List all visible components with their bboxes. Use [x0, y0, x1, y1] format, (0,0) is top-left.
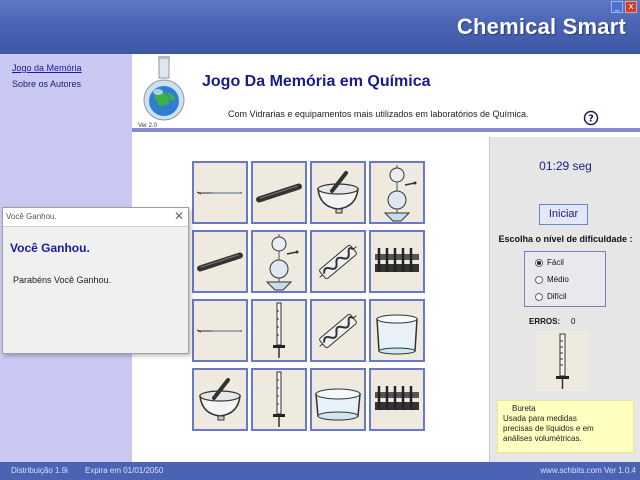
- dialog-message: Parabéns Você Ganhou.: [13, 275, 112, 285]
- rod-icon: [197, 252, 243, 272]
- memory-card-mortar[interactable]: [310, 161, 366, 224]
- mortar-icon: [199, 378, 241, 421]
- errors-label: ERROS:: [529, 317, 561, 326]
- equipment-preview: [536, 331, 589, 391]
- minimize-button[interactable]: _: [611, 1, 623, 13]
- condenser-icon: [319, 244, 357, 280]
- separatory-funnel-icon: [265, 234, 299, 291]
- dialog-title: Você Ganhou.: [6, 212, 57, 221]
- pipette-icon: [196, 329, 242, 333]
- memory-card-rod[interactable]: [192, 230, 248, 293]
- status-bar: Distribuição 1.9i Expira em 01/01/2050 w…: [0, 462, 640, 480]
- help-icon[interactable]: ?: [583, 110, 599, 126]
- memory-card-condenser[interactable]: [310, 230, 366, 293]
- app-title: Chemical Smart: [456, 14, 626, 39]
- memory-card-rod[interactable]: [251, 161, 307, 224]
- difficulty-hard-option[interactable]: Difícil: [535, 292, 567, 301]
- errors-count: 0: [571, 317, 576, 326]
- page-subtitle: Com Vidrarias e equipamentos mais utiliz…: [228, 109, 529, 119]
- distribution-label: Distribuição 1.9i: [11, 466, 68, 475]
- burette-icon: [273, 371, 285, 427]
- memory-card-test-tube-rack[interactable]: [369, 230, 425, 293]
- start-button[interactable]: Iniciar: [539, 204, 588, 225]
- svg-text:?: ?: [588, 114, 594, 125]
- equipment-name: Bureta: [512, 404, 536, 413]
- expiration-label: Expira em 01/01/2050: [85, 466, 164, 475]
- header: Ver 2.0 Jogo Da Memória em Química Com V…: [132, 54, 640, 130]
- separatory-funnel-icon: [383, 165, 417, 222]
- sidebar-item-memory-game[interactable]: Jogo da Memória: [12, 63, 82, 73]
- difficulty-easy-option[interactable]: Fácil: [535, 258, 564, 267]
- difficulty-medium-label: Médio: [547, 275, 569, 284]
- memory-card-pipette[interactable]: [192, 299, 248, 362]
- equipment-description-2: precisas de líquidos e em: [503, 424, 594, 433]
- test-tube-rack-icon: [375, 386, 419, 410]
- burette-icon: [273, 302, 285, 358]
- difficulty-medium-option[interactable]: Médio: [535, 275, 569, 284]
- flask-globe-logo: [143, 56, 185, 121]
- difficulty-hard-label: Difícil: [547, 292, 567, 301]
- test-tube-rack-icon: [375, 248, 419, 272]
- radio-medium[interactable]: [535, 275, 543, 284]
- close-button[interactable]: x: [625, 1, 637, 13]
- dialog-heading: Você Ganhou.: [10, 241, 90, 255]
- mortar-icon: [317, 171, 359, 214]
- condenser-icon: [319, 313, 357, 349]
- control-panel: 01:29 seg Iniciar Escolha o nível de dif…: [489, 137, 640, 462]
- sidebar-item-about-authors[interactable]: Sobre os Autores: [12, 79, 81, 89]
- win-dialog: Você Ganhou. ✕ Você Ganhou. Parabéns Voc…: [2, 207, 189, 354]
- burette-icon: [556, 333, 569, 389]
- equipment-description-3: análises volumétricas.: [503, 434, 582, 443]
- memory-card-crystallizer[interactable]: [310, 368, 366, 431]
- timer: 01:29 seg: [539, 159, 592, 173]
- memory-card-burette[interactable]: [251, 368, 307, 431]
- dialog-close-button[interactable]: ✕: [174, 209, 184, 223]
- beaker-icon: [376, 314, 418, 355]
- equipment-info: Bureta Usada para medidas precisas de lí…: [497, 400, 634, 453]
- page-title: Jogo Da Memória em Química: [202, 73, 431, 90]
- memory-card-mortar[interactable]: [192, 368, 248, 431]
- difficulty-label: Escolha o nível de dificuldade :: [498, 234, 633, 244]
- crystallizer-icon: [315, 388, 361, 421]
- pipette-icon: [196, 191, 242, 195]
- equipment-description-1: Usada para medidas: [503, 414, 577, 423]
- memory-card-separatory-funnel[interactable]: [251, 230, 307, 293]
- radio-easy[interactable]: [535, 258, 543, 267]
- memory-card-burette[interactable]: [251, 299, 307, 362]
- difficulty-easy-label: Fácil: [547, 258, 564, 267]
- rod-icon: [256, 183, 302, 203]
- memory-card-test-tube-rack[interactable]: [369, 368, 425, 431]
- memory-card-beaker[interactable]: [369, 299, 425, 362]
- memory-card-pipette[interactable]: [192, 161, 248, 224]
- radio-hard[interactable]: [535, 292, 543, 301]
- site-version-label: www.schbits.com Ver 1.0.4: [540, 466, 636, 475]
- memory-card-condenser[interactable]: [310, 299, 366, 362]
- difficulty-group: Fácil Médio Difícil: [524, 251, 606, 307]
- title-bar: Chemical Smart _ x: [0, 0, 640, 54]
- memory-card-separatory-funnel[interactable]: [369, 161, 425, 224]
- dialog-titlebar: Você Ganhou. ✕: [3, 208, 188, 227]
